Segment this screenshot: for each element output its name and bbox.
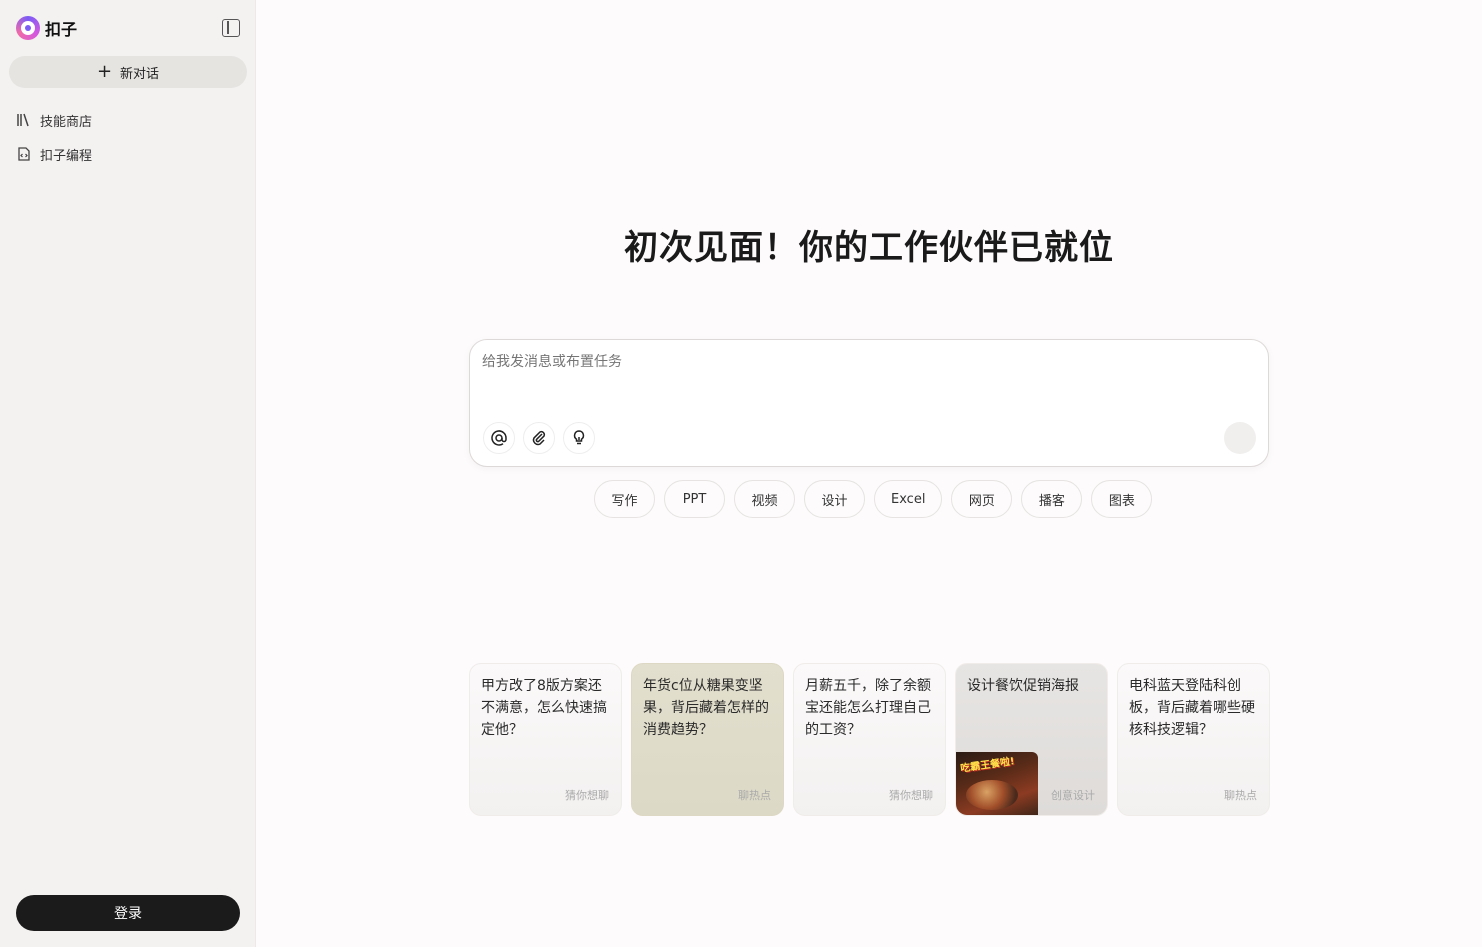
logo-icon: [16, 16, 40, 40]
library-icon: [17, 113, 29, 127]
code-file-icon: [18, 147, 30, 161]
lightbulb-icon: [573, 430, 585, 445]
brand[interactable]: 扣子: [16, 15, 77, 41]
card-tag: 聊热点: [1224, 789, 1257, 802]
paperclip-icon: [532, 430, 546, 446]
suggestion-card[interactable]: 电科蓝天登陆科创板，背后藏着哪些硬核科技逻辑？ 聊热点: [1117, 663, 1270, 816]
login-button[interactable]: 登录: [16, 895, 240, 931]
send-button[interactable]: [1224, 422, 1256, 454]
at-icon: [491, 430, 507, 446]
chip-design[interactable]: 设计: [804, 480, 865, 518]
suggestion-card[interactable]: 甲方改了8版方案还不满意，怎么快速搞定他？ 猜你想聊: [469, 663, 622, 816]
card-text: 设计餐饮促销海报: [967, 678, 1079, 694]
suggestion-card[interactable]: 月薪五千，除了余额宝还能怎么打理自己的工资？ 猜你想聊: [793, 663, 946, 816]
chip-podcast[interactable]: 播客: [1021, 480, 1083, 518]
mention-button[interactable]: [483, 422, 515, 454]
suggestion-cards: 甲方改了8版方案还不满意，怎么快速搞定他？ 猜你想聊 年货c位从糖果变坚果，背后…: [469, 663, 1270, 816]
card-tag: 创意设计: [1051, 789, 1095, 802]
suggestion-card[interactable]: 设计餐饮促销海报 吃霸王餐啦! 创意设计: [955, 663, 1108, 816]
chip-chart[interactable]: 图表: [1091, 480, 1153, 518]
card-text: 月薪五千，除了余额宝还能怎么打理自己的工资？: [805, 678, 931, 738]
card-tag: 聊热点: [738, 789, 771, 802]
new-chat-button[interactable]: + 新对话: [9, 56, 247, 88]
chip-writing[interactable]: 写作: [594, 480, 655, 518]
page-title: 初次见面！你的工作伙伴已就位: [624, 228, 1114, 268]
food-image: [966, 780, 1018, 810]
sidebar-item-coze-coding[interactable]: 扣子编程: [16, 143, 92, 165]
chip-excel[interactable]: Excel: [874, 480, 943, 518]
message-composer: [469, 339, 1269, 467]
card-tag: 猜你想聊: [889, 789, 933, 802]
task-chips: 写作 PPT 视频 设计 Excel 网页 播客 图表: [594, 480, 1153, 518]
brand-name: 扣子: [45, 20, 78, 39]
card-text: 电科蓝天登陆科创板，背后藏着哪些硬核科技逻辑？: [1129, 678, 1255, 738]
sidebar-item-label: 扣子编程: [40, 148, 93, 164]
card-text: 甲方改了8版方案还不满意，怎么快速搞定他？: [481, 678, 607, 738]
sidebar-toggle-icon[interactable]: [222, 19, 240, 37]
sidebar-item-label: 技能商店: [40, 114, 93, 130]
suggestion-card[interactable]: 年货c位从糖果变坚果，背后藏着怎样的消费趋势？ 聊热点: [631, 663, 784, 816]
inspiration-button[interactable]: [563, 422, 595, 454]
message-input[interactable]: [482, 354, 1242, 370]
chip-ppt[interactable]: PPT: [664, 480, 725, 518]
chip-webpage[interactable]: 网页: [951, 480, 1013, 518]
plus-icon: +: [96, 61, 113, 82]
poster-title: 吃霸王餐啦!: [959, 756, 1016, 775]
sidebar-item-skill-store[interactable]: 技能商店: [16, 109, 92, 131]
poster-thumbnail: 吃霸王餐啦!: [956, 752, 1038, 815]
chip-video[interactable]: 视频: [734, 480, 795, 518]
new-chat-label: 新对话: [120, 66, 160, 82]
sidebar: 扣子 + 新对话 技能商店 扣子编程 登录: [0, 0, 256, 947]
card-text: 年货c位从糖果变坚果，背后藏着怎样的消费趋势？: [643, 678, 769, 738]
card-tag: 猜你想聊: [565, 789, 609, 802]
attach-button[interactable]: [523, 422, 555, 454]
